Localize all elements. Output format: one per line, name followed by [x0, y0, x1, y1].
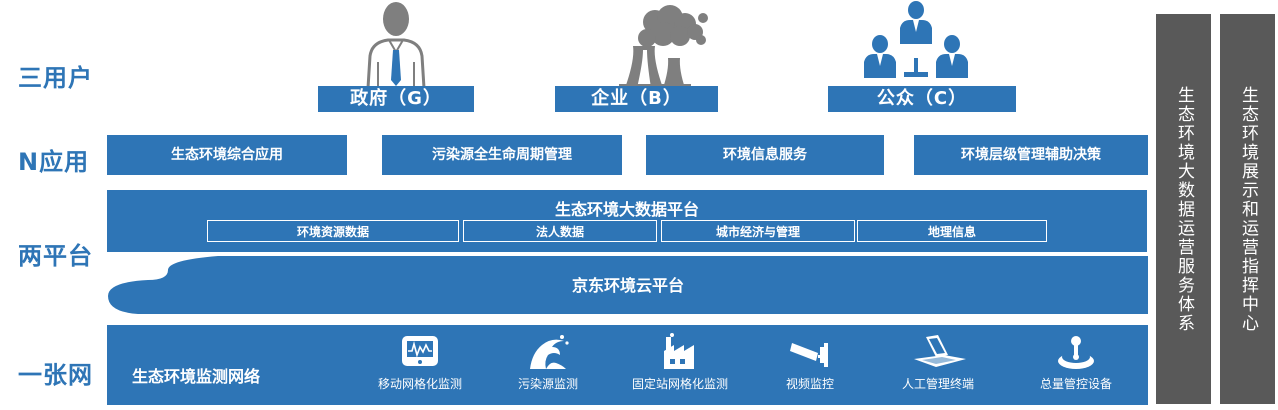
device-label: 移动网格化监测 — [377, 377, 462, 391]
side-panel-operations-service-text: 生态环境大数据运营服务体系 — [1174, 85, 1194, 333]
side-panel-command-center-text: 生态环境展示和运营指挥中心 — [1238, 85, 1258, 333]
device-mobile-grid: 移动网格化监测 — [355, 333, 485, 392]
data-item-env-resources: 环境资源数据 — [207, 220, 459, 242]
side-panel-command-center: 生态环境展示和运营指挥中心 — [1220, 14, 1275, 404]
device-total-control: 总量管控设备 — [1011, 333, 1141, 392]
app-hierarchical-decision-support: 环境层级管理辅助决策 — [914, 135, 1148, 175]
row-label-apps: N应用 — [18, 148, 90, 176]
device-label: 污染源监测 — [517, 377, 578, 391]
big-data-platform: 生态环境大数据平台 环境资源数据 法人数据 城市经济与管理 地理信息 — [107, 190, 1147, 252]
mobile-monitor-icon — [402, 336, 438, 366]
monitoring-network-title: 生态环境监测网络 — [132, 367, 261, 386]
app-environment-info-service: 环境信息服务 — [646, 135, 884, 175]
device-label: 人工管理终端 — [901, 377, 974, 391]
device-label: 固定站网格化监测 — [631, 377, 728, 391]
device-pollution-source: 污染源监测 — [483, 333, 613, 392]
user-enterprise-label: 企业（B） — [555, 86, 718, 112]
cloud-platform-title: 京东环境云平台 — [571, 276, 684, 295]
data-item-legal-entity: 法人数据 — [463, 220, 657, 242]
big-data-platform-title: 生态环境大数据平台 — [554, 200, 699, 219]
user-enterprise: 企业（B） — [555, 0, 718, 112]
device-label: 视频监控 — [785, 377, 834, 391]
data-item-geo-info: 地理信息 — [857, 220, 1047, 242]
device-manual-terminal: 人工管理终端 — [873, 333, 1003, 392]
government-official-icon — [366, 2, 426, 90]
laptop-icon — [914, 335, 966, 367]
public-people-icon — [864, 1, 968, 78]
data-item-city-economy: 城市经济与管理 — [661, 220, 855, 242]
user-government-label: 政府（G） — [318, 86, 474, 112]
fixed-station-icon — [664, 333, 694, 369]
device-label: 总量管控设备 — [1039, 377, 1112, 391]
device-fixed-station: 固定站网格化监测 — [615, 333, 745, 392]
camera-icon — [790, 343, 828, 367]
app-pollution-lifecycle: 污染源全生命周期管理 — [382, 135, 622, 175]
joystick-icon — [1058, 336, 1094, 369]
user-government: 政府（G） — [318, 0, 474, 112]
side-panel-operations-service: 生态环境大数据运营服务体系 — [1156, 14, 1211, 404]
row-label-platforms: 两平台 — [18, 242, 93, 270]
device-video: 视频监控 — [745, 333, 875, 392]
user-public: 公众（C） — [828, 0, 1016, 112]
user-public-label: 公众（C） — [828, 86, 1016, 112]
row-label-network: 一张网 — [18, 361, 93, 389]
pollution-wave-icon — [530, 335, 569, 369]
app-ecological-comprehensive: 生态环境综合应用 — [107, 135, 347, 175]
factory-smokestack-icon — [619, 5, 708, 88]
monitoring-network: 生态环境监测网络 移动网格化监测 污染源监测 固定站网格化监测 视频监控 人工管… — [107, 325, 1148, 405]
row-label-users: 三用户 — [18, 64, 93, 92]
